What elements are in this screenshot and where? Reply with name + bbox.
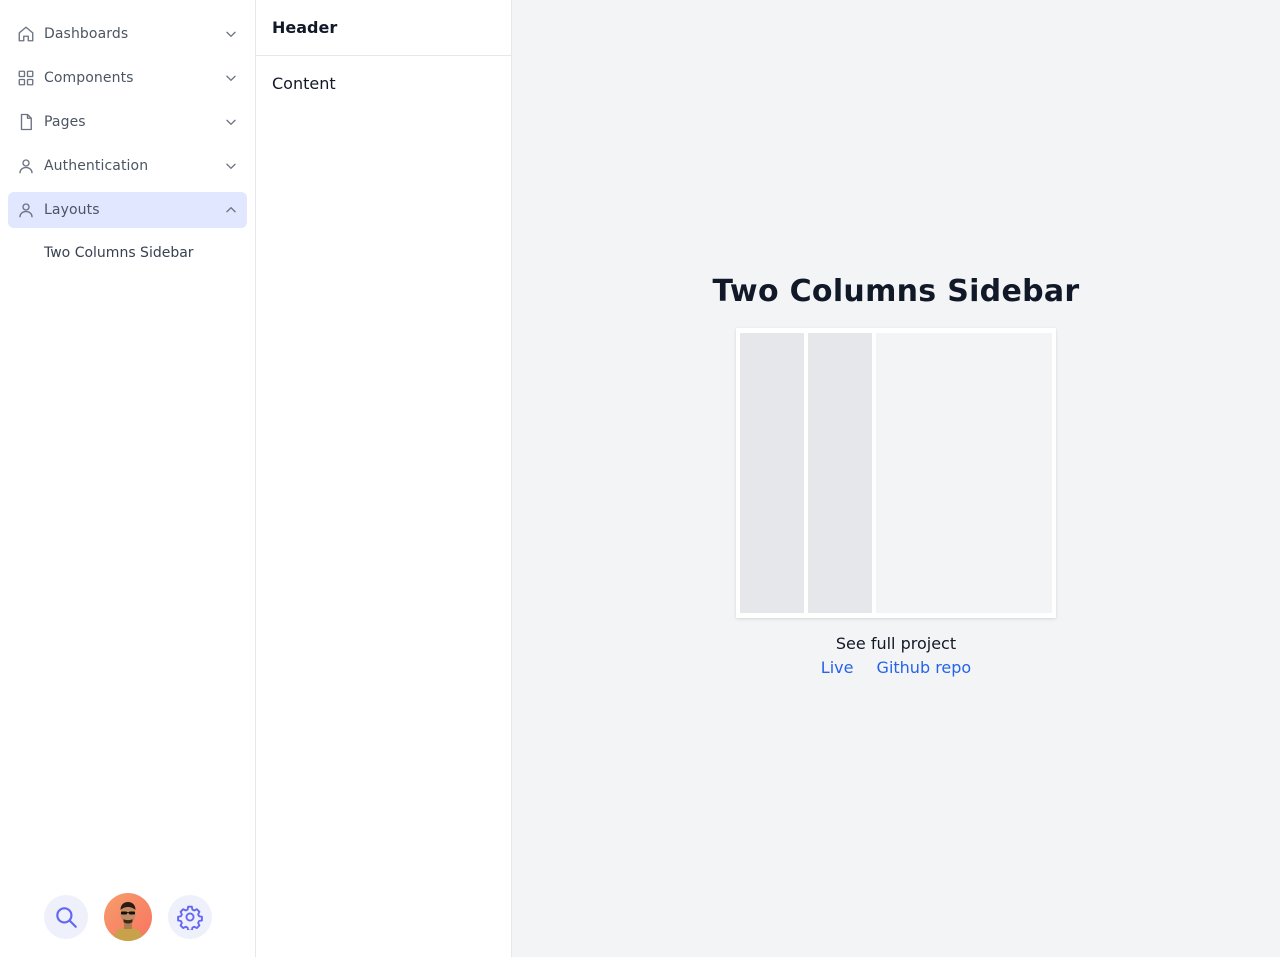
user-icon [19,159,33,174]
main-content: Two Columns Sidebar See full project Liv… [512,0,1280,957]
sidebar-subitem-two-columns-sidebar[interactable]: Two Columns Sidebar [8,236,247,272]
sidebar-item-dashboards[interactable]: Dashboards [8,16,247,52]
sidebar-item-label: Layouts [44,202,100,218]
sidebar-item-layouts[interactable]: Layouts [8,192,247,228]
avatar[interactable] [104,893,152,941]
sidebar-item-label: Dashboards [44,26,129,42]
column-content: Content [272,74,336,93]
live-link[interactable]: Live [821,658,854,677]
page-title: Two Columns Sidebar [712,274,1080,309]
gear-icon [177,905,203,930]
sidebar-item-components[interactable]: Components [8,60,247,96]
sidebar-item-label: Pages [44,114,86,130]
preview-second-column [808,333,872,613]
file-icon [20,113,32,131]
project-links: Live Github repo [512,658,1280,677]
settings-button[interactable] [168,895,212,939]
grid-icon [18,70,34,86]
secondary-column: Header Content [256,0,512,957]
chevron-down-icon [226,31,236,37]
chevron-down-icon [226,75,236,81]
search-button[interactable] [44,895,88,939]
preview-sidebar-column [740,333,804,613]
see-full-project-text: See full project [835,634,957,653]
user-icon [19,203,33,218]
sidebar-subitem-label: Two Columns Sidebar [44,245,194,261]
sidebar-item-pages[interactable]: Pages [8,104,247,140]
sidebar-item-authentication[interactable]: Authentication [8,148,247,184]
github-repo-link[interactable]: Github repo [877,658,972,677]
home-icon [18,26,34,42]
primary-sidebar: Dashboards Components Pages Authenticati… [0,0,256,957]
chevron-down-icon [226,119,236,125]
preview-main-area [876,333,1052,613]
layout-preview-image [736,328,1056,618]
column-header: Header [256,0,511,56]
chevron-up-icon [226,207,236,213]
chevron-down-icon [226,163,236,169]
sidebar-item-label: Authentication [44,158,149,174]
avatar-image [104,893,152,941]
sidebar-item-label: Components [44,70,134,86]
search-icon [56,907,77,928]
